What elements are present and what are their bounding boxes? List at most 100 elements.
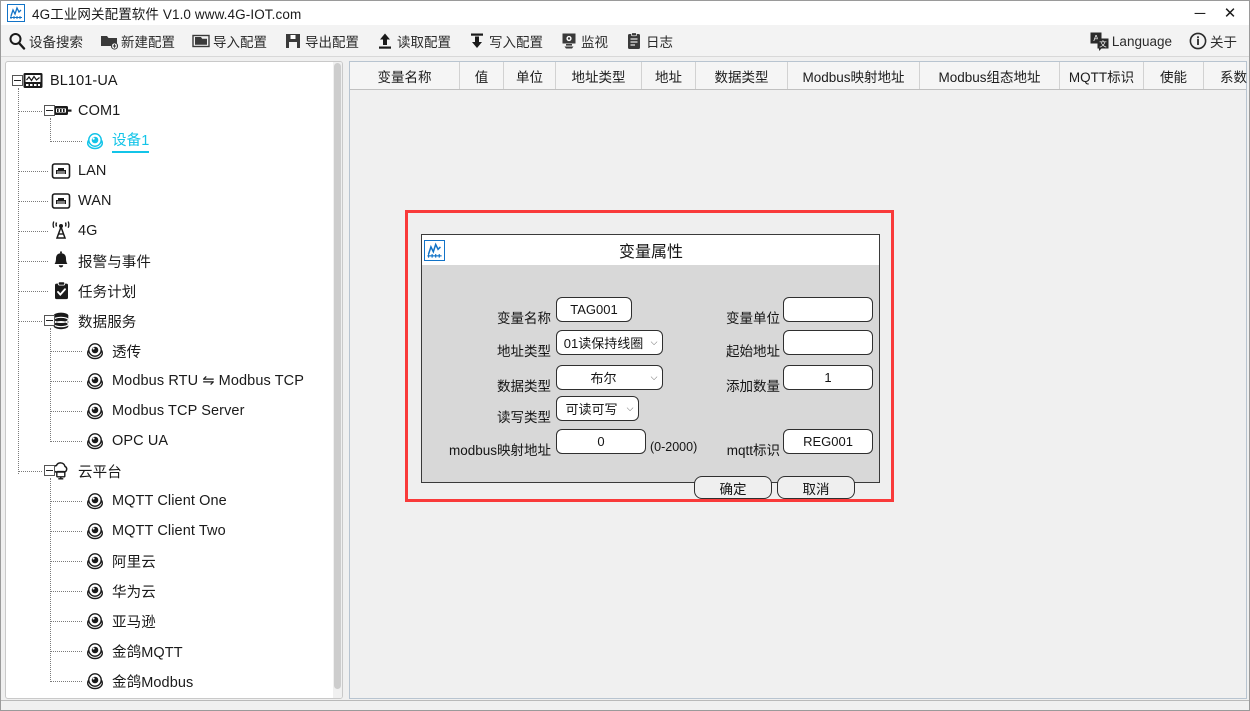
- tree-connector-line: [18, 291, 48, 292]
- toolbar-about[interactable]: 关于: [1182, 26, 1243, 56]
- monitor-icon: [559, 31, 578, 50]
- tree-expander-collapse-icon[interactable]: [44, 104, 55, 116]
- grid-column-header-7[interactable]: Modbus组态地址: [920, 62, 1060, 89]
- dialog-title: 变量属性: [618, 244, 683, 261]
- add-count-input[interactable]: 1: [783, 365, 873, 390]
- export-config-icon: [283, 31, 302, 50]
- grid-column-header-label: 地址类型: [571, 69, 626, 85]
- tree-item-label: 云平台: [78, 464, 122, 481]
- tree-item-13[interactable]: 云平台: [6, 456, 336, 486]
- tag-name-input[interactable]: TAG001: [556, 297, 632, 322]
- node-dot-icon: [84, 430, 106, 452]
- tree-item-label: WAN: [78, 193, 112, 209]
- tree-vertical-scrollbar[interactable]: [333, 62, 342, 698]
- toolbar-monitor-label: 监视: [581, 34, 608, 50]
- toolbar-right-group: A 文 Language 关于: [1084, 25, 1247, 57]
- tree-item-1[interactable]: COM1: [6, 96, 336, 126]
- node-dot-icon: [84, 640, 106, 662]
- ok-button[interactable]: 确定: [694, 476, 772, 499]
- navigation-tree[interactable]: BL101-UA COM1 设备1 LAN WAN 4G 报警与事件任务计划数据服务透传 Mo…: [6, 62, 336, 698]
- tree-connector-line: [50, 328, 51, 440]
- modbus-map-address-input[interactable]: 0: [556, 429, 646, 454]
- toolbar-import-config[interactable]: 导入配置: [185, 26, 273, 56]
- download-arrow-icon: [467, 31, 486, 50]
- grid-column-header-10[interactable]: 系数: [1204, 62, 1249, 89]
- tree-item-label: OPC UA: [112, 433, 169, 449]
- grid-column-header-1[interactable]: 值: [460, 62, 504, 89]
- rw-type-select[interactable]: 可读可写 ⌵: [556, 396, 639, 421]
- tree-expander-collapse-icon[interactable]: [44, 464, 55, 476]
- tree-connector-line: [50, 501, 82, 502]
- cancel-button[interactable]: 取消: [777, 476, 855, 499]
- mqtt-id-label: mqtt标识: [726, 443, 780, 458]
- rw-type-label: 读写类型: [497, 410, 551, 425]
- toolbar-read-config[interactable]: 读取配置: [369, 26, 457, 56]
- grid-column-header-6[interactable]: Modbus映射地址: [788, 62, 920, 89]
- node-dot-icon: [84, 490, 106, 512]
- tree-item-8[interactable]: 数据服务: [6, 306, 336, 336]
- mqtt-id-input[interactable]: REG001: [783, 429, 873, 454]
- tree-expander-collapse-icon[interactable]: [12, 74, 23, 86]
- toolbar-write-config-label: 写入配置: [489, 34, 543, 50]
- toolbar-new-config[interactable]: 新建配置: [93, 26, 181, 56]
- add-count-label: 添加数量: [726, 379, 780, 394]
- data-type-select[interactable]: 布尔 ⌵: [556, 365, 663, 390]
- grid-column-header-2[interactable]: 单位: [504, 62, 556, 89]
- toolbar-write-config[interactable]: 写入配置: [461, 26, 549, 56]
- toolbar-monitor[interactable]: 监视: [553, 26, 614, 56]
- tree-item-label: COM1: [78, 103, 121, 119]
- toolbar-language-label: Language: [1111, 33, 1172, 49]
- address-type-value: 01读保持线圈: [563, 336, 644, 351]
- toolbar-about-label: 关于: [1210, 35, 1237, 50]
- tree-item-7[interactable]: 任务计划: [6, 276, 336, 306]
- tree-item-0[interactable]: BL101-UA: [6, 66, 336, 96]
- tree-connector-line: [50, 531, 82, 532]
- tree-item-4[interactable]: WAN: [6, 186, 336, 216]
- node-dot-icon: [84, 340, 106, 362]
- dialog-title-bar: 变量属性: [422, 235, 879, 265]
- window-controls: ─ ✕: [1185, 1, 1249, 25]
- grid-column-header-9[interactable]: 使能: [1144, 62, 1204, 89]
- grid-column-header-label: 变量名称: [377, 69, 432, 85]
- tree-item-label: LAN: [78, 163, 107, 179]
- tree-item-5[interactable]: 4G: [6, 216, 336, 246]
- tree-item-label: 设备1: [112, 129, 150, 153]
- grid-column-header-0[interactable]: 变量名称: [350, 62, 460, 89]
- chevron-down-icon: ⌵: [650, 337, 658, 347]
- grid-column-header-8[interactable]: MQTT标识: [1060, 62, 1144, 89]
- toolbar-export-config[interactable]: 导出配置: [277, 26, 365, 56]
- toolbar-language[interactable]: A 文 Language: [1084, 26, 1178, 56]
- tree-item-label: 4G: [78, 223, 98, 239]
- tree-expander-collapse-icon[interactable]: [44, 314, 55, 326]
- toolbar-read-config-label: 读取配置: [397, 34, 451, 50]
- tree-item-label: 透传: [112, 344, 142, 361]
- address-type-select[interactable]: 01读保持线圈 ⌵: [556, 330, 663, 355]
- start-address-input[interactable]: [783, 330, 873, 355]
- tree-connector-line: [50, 381, 82, 382]
- grid-column-header-5[interactable]: 数据类型: [696, 62, 788, 89]
- tree-connector-line: [18, 171, 48, 172]
- toolbar-device-search-label: 设备搜索: [29, 34, 83, 50]
- unit-input[interactable]: [783, 297, 873, 322]
- tree-item-label: 任务计划: [78, 284, 137, 301]
- tree-connector-line: [50, 478, 51, 680]
- modbus-map-address-label: modbus映射地址: [448, 443, 551, 458]
- tree-item-label: Modbus TCP Server: [112, 403, 245, 419]
- node-dot-icon: [84, 550, 106, 572]
- tree-item-label: MQTT Client One: [112, 493, 227, 509]
- tree-scrollbar-thumb[interactable]: [334, 63, 341, 689]
- grid-column-header-label: Modbus映射地址: [802, 69, 905, 85]
- close-button[interactable]: ✕: [1215, 1, 1245, 25]
- address-type-label: 地址类型: [497, 344, 551, 359]
- grid-header-row: 变量名称 值 单位 地址类型 地址 数据类型 Modbus映射地址 Modbus组态地址 MQT…: [350, 62, 1247, 90]
- toolbar-device-search[interactable]: 设备搜索: [1, 26, 89, 56]
- data-type-value: 布尔: [590, 371, 617, 386]
- minimize-button[interactable]: ─: [1185, 1, 1215, 25]
- toolbar-log[interactable]: 日志: [618, 26, 679, 56]
- grid-column-header-4[interactable]: 地址: [642, 62, 696, 89]
- tree-item-6[interactable]: 报警与事件: [6, 246, 336, 276]
- tree-item-3[interactable]: LAN: [6, 156, 336, 186]
- grid-column-header-3[interactable]: 地址类型: [556, 62, 642, 89]
- tree-connector-line: [18, 471, 42, 472]
- window-title: 4G工业网关配置软件 V1.0 www.4G-IOT.com: [32, 7, 302, 22]
